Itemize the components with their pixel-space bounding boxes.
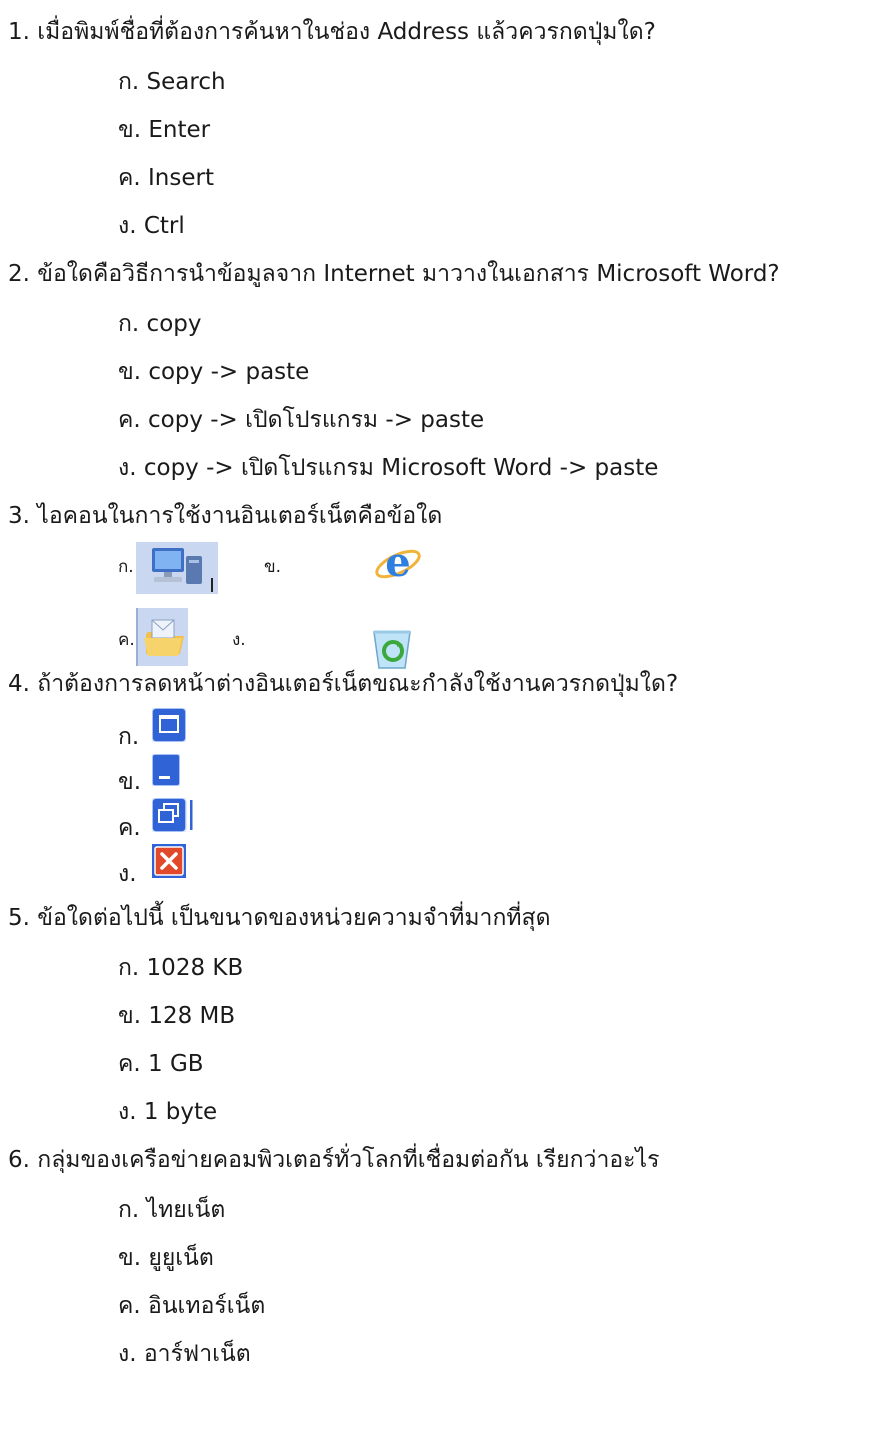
option-6a[interactable]: ก. ไทยเน็ต: [118, 1192, 225, 1228]
option-2b[interactable]: ข. copy -> paste: [118, 354, 309, 390]
restore-icon[interactable]: [151, 797, 194, 833]
option-1a[interactable]: ก. Search: [118, 64, 226, 100]
recycle-bin-icon[interactable]: [370, 626, 414, 670]
option-3a-label[interactable]: ก.: [118, 553, 134, 580]
question-number: 4.: [8, 671, 30, 697]
question-text: ข้อใดคือวิธีการนำข้อมูลจาก Internet มาวา…: [37, 261, 780, 287]
question-number: 1.: [8, 19, 30, 45]
option-6d[interactable]: ง. อาร์ฟาเน็ต: [118, 1336, 251, 1372]
my-computer-icon[interactable]: [136, 542, 218, 594]
internet-explorer-icon[interactable]: e: [374, 539, 422, 586]
option-2d[interactable]: ง. copy -> เปิดโปรแกรม Microsoft Word ->…: [118, 450, 658, 486]
question-text: ถ้าต้องการลดหน้าต่างอินเตอร์เน็ตขณะกำลัง…: [37, 671, 679, 697]
option-4d-label[interactable]: ง.: [118, 856, 137, 892]
minimize-icon[interactable]: [151, 753, 181, 787]
question-3: 3. ไอคอนในการใช้งานอินเตอร์เน็ตคือข้อใด: [8, 498, 442, 534]
folder-envelope-icon[interactable]: [136, 608, 188, 666]
option-6b[interactable]: ข. ยูยูเน็ต: [118, 1240, 214, 1276]
maximize-icon[interactable]: [151, 707, 187, 743]
question-text: กลุ่มของเครือข่ายคอมพิวเตอร์ทั่วโลกที่เช…: [37, 1147, 660, 1173]
option-5c[interactable]: ค. 1 GB: [118, 1046, 204, 1082]
option-4b-label[interactable]: ข.: [118, 764, 141, 800]
option-6c[interactable]: ค. อินเทอร์เน็ต: [118, 1288, 265, 1324]
option-4a-label[interactable]: ก.: [118, 719, 139, 755]
question-number: 2.: [8, 261, 30, 287]
question-number: 6.: [8, 1147, 30, 1173]
question-4: 4. ถ้าต้องการลดหน้าต่างอินเตอร์เน็ตขณะกำ…: [8, 666, 678, 702]
option-4c-label[interactable]: ค.: [118, 810, 141, 846]
option-1b[interactable]: ข. Enter: [118, 112, 210, 148]
option-5d[interactable]: ง. 1 byte: [118, 1094, 217, 1130]
option-3b-label[interactable]: ข.: [264, 553, 281, 580]
option-1d[interactable]: ง. Ctrl: [118, 208, 185, 244]
question-2: 2. ข้อใดคือวิธีการนำข้อมูลจาก Internet ม…: [8, 256, 780, 292]
close-icon[interactable]: [152, 844, 186, 878]
question-6: 6. กลุ่มของเครือข่ายคอมพิวเตอร์ทั่วโลกที…: [8, 1142, 659, 1178]
question-text: เมื่อพิมพ์ชื่อที่ต้องการค้นหาในช่อง Addr…: [37, 19, 656, 45]
option-2a[interactable]: ก. copy: [118, 306, 201, 342]
question-5: 5. ข้อใดต่อไปนี้ เป็นขนาดของหน่วยความจำท…: [8, 900, 551, 936]
question-text: ไอคอนในการใช้งานอินเตอร์เน็ตคือข้อใด: [37, 503, 443, 529]
svg-text:e: e: [385, 540, 410, 586]
question-text: ข้อใดต่อไปนี้ เป็นขนาดของหน่วยความจำที่ม…: [37, 905, 551, 931]
option-5b[interactable]: ข. 128 MB: [118, 998, 235, 1034]
option-3c-label[interactable]: ค.: [118, 626, 135, 653]
question-number: 3.: [8, 503, 30, 529]
question-number: 5.: [8, 905, 30, 931]
question-1: 1. เมื่อพิมพ์ชื่อที่ต้องการค้นหาในช่อง A…: [8, 14, 656, 50]
option-2c[interactable]: ค. copy -> เปิดโปรแกรม -> paste: [118, 402, 484, 438]
option-3d-label[interactable]: ง.: [232, 626, 246, 653]
option-1c[interactable]: ค. Insert: [118, 160, 214, 196]
option-5a[interactable]: ก. 1028 KB: [118, 950, 243, 986]
